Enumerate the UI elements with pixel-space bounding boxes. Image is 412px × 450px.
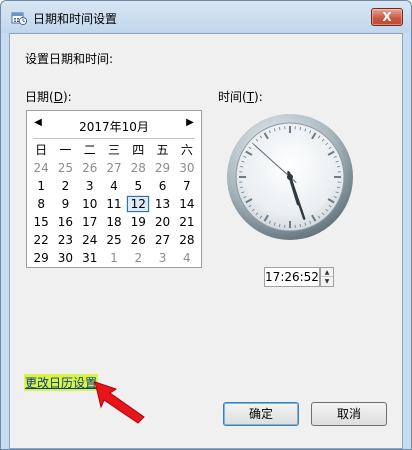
calendar-day[interactable]: 10 xyxy=(78,195,102,213)
weekday-header: 日 xyxy=(35,143,48,157)
ok-button[interactable]: 确定 xyxy=(223,402,299,426)
calendar-day[interactable]: 12 xyxy=(126,195,151,213)
calendar-day[interactable]: 1 xyxy=(29,177,53,195)
calendar-grid: 日一二三四五六 24 25 26 27 28 29 30 1 2 3 4 5 6 7 8 9 10 11 12 13 14… xyxy=(29,141,199,267)
red-arrow-icon xyxy=(94,381,145,424)
calendar-clock-icon xyxy=(11,12,27,26)
dialog-body: 设置日期和时间: 日期(D): 时间(T): ◀ 2017年10月 ▶ 日一二三… xyxy=(9,33,403,449)
calendar-day[interactable]: 15 xyxy=(29,213,53,231)
calendar-day-other-month[interactable]: 3 xyxy=(150,249,174,267)
spin-down-icon[interactable]: ▼ xyxy=(321,277,333,286)
calendar-control[interactable]: ◀ 2017年10月 ▶ 日一二三四五六 24 25 26 27 28 29 30 1 2 3 4 5 6… xyxy=(26,110,202,268)
weekday-header: 一 xyxy=(59,143,72,157)
calendar-day-other-month[interactable]: 1 xyxy=(102,249,126,267)
window-title: 日期和时间设置 xyxy=(33,12,118,26)
calendar-day-other-month[interactable]: 26 xyxy=(78,159,102,177)
calendar-day[interactable]: 30 xyxy=(53,249,77,267)
calendar-day[interactable]: 27 xyxy=(150,231,174,249)
calendar-day[interactable]: 4 xyxy=(102,177,126,195)
calendar-day[interactable]: 28 xyxy=(175,231,199,249)
calendar-day[interactable]: 23 xyxy=(53,231,77,249)
calendar-day[interactable]: 3 xyxy=(78,177,102,195)
weekday-header: 三 xyxy=(107,143,120,157)
calendar-day[interactable]: 6 xyxy=(150,177,174,195)
weekday-header: 四 xyxy=(132,143,145,157)
calendar-month-title[interactable]: 2017年10月 xyxy=(27,118,201,135)
calendar-day-other-month[interactable]: 30 xyxy=(175,159,199,177)
calendar-day[interactable]: 25 xyxy=(102,231,126,249)
calendar-day[interactable]: 22 xyxy=(29,231,53,249)
calendar-day[interactable]: 26 xyxy=(126,231,150,249)
date-time-settings-window: 日期和时间设置 X 设置日期和时间: 日期(D): 时间(T): ◀ 2017年… xyxy=(0,0,412,450)
calendar-day[interactable]: 20 xyxy=(150,213,174,231)
next-month-icon[interactable]: ▶ xyxy=(183,117,197,128)
calendar-day-other-month[interactable]: 2 xyxy=(126,249,150,267)
calendar-day-other-month[interactable]: 24 xyxy=(29,159,53,177)
calendar-day[interactable]: 29 xyxy=(29,249,53,267)
calendar-day[interactable]: 16 xyxy=(53,213,77,231)
calendar-day[interactable]: 31 xyxy=(78,249,102,267)
calendar-day[interactable]: 11 xyxy=(102,195,126,213)
calendar-day-other-month[interactable]: 29 xyxy=(150,159,174,177)
weekday-header: 五 xyxy=(156,143,169,157)
calendar-day[interactable]: 18 xyxy=(102,213,126,231)
calendar-divider xyxy=(33,138,195,139)
weekday-header: 二 xyxy=(83,143,96,157)
time-spinner[interactable]: ▲ ▼ xyxy=(320,267,334,287)
calendar-day-other-month[interactable]: 28 xyxy=(126,159,150,177)
calendar-day[interactable]: 8 xyxy=(29,195,53,213)
close-button[interactable]: X xyxy=(371,8,403,26)
calendar-day[interactable]: 19 xyxy=(126,213,150,231)
close-icon: X xyxy=(382,10,392,24)
time-label: 时间(T): xyxy=(218,90,263,104)
calendar-day[interactable]: 9 xyxy=(53,195,77,213)
date-label: 日期(D): xyxy=(25,90,72,104)
calendar-day[interactable]: 17 xyxy=(78,213,102,231)
calendar-day[interactable]: 24 xyxy=(78,231,102,249)
calendar-day[interactable]: 14 xyxy=(175,195,199,213)
clock-center-pin xyxy=(287,174,293,180)
page-heading: 设置日期和时间: xyxy=(25,52,114,66)
change-calendar-settings-link[interactable]: 更改日历设置 xyxy=(24,374,99,391)
calendar-day-other-month[interactable]: 25 xyxy=(53,159,77,177)
calendar-day[interactable]: 2 xyxy=(53,177,77,195)
weekday-header: 六 xyxy=(180,143,193,157)
time-input[interactable]: 17:26:52 xyxy=(264,267,320,287)
calendar-day[interactable]: 21 xyxy=(175,213,199,231)
calendar-day-other-month[interactable]: 4 xyxy=(175,249,199,267)
calendar-day[interactable]: 13 xyxy=(150,195,174,213)
title-bar: 日期和时间设置 X xyxy=(1,1,411,33)
spin-up-icon[interactable]: ▲ xyxy=(321,268,333,277)
calendar-day[interactable]: 7 xyxy=(175,177,199,195)
cancel-button[interactable]: 取消 xyxy=(311,402,387,426)
analog-clock xyxy=(227,114,353,240)
calendar-header: ◀ 2017年10月 ▶ xyxy=(27,117,201,135)
calendar-day-other-month[interactable]: 27 xyxy=(102,159,126,177)
calendar-day[interactable]: 5 xyxy=(126,177,150,195)
